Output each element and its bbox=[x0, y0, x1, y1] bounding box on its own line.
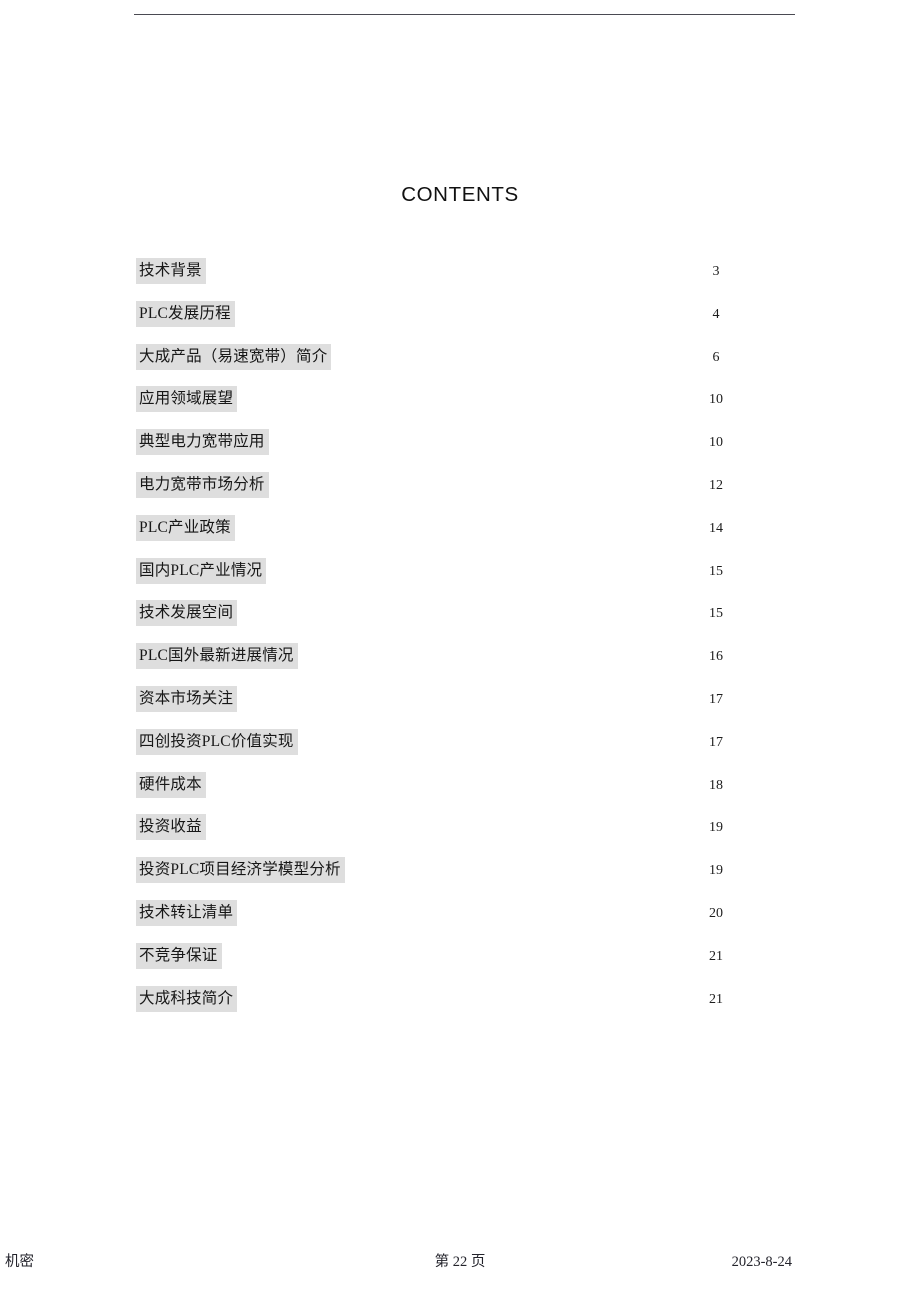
toc-entry-page-number: 6 bbox=[712, 349, 720, 365]
toc-entry-page-number: 3 bbox=[712, 264, 720, 279]
toc-entry-page-number: 21 bbox=[709, 991, 723, 1007]
toc-entry[interactable]: 技术背景 3 bbox=[0, 258, 920, 301]
toc-leader-dots bbox=[369, 1002, 631, 1003]
toc-entry-page-number: 12 bbox=[709, 477, 723, 493]
toc-entry-label[interactable]: PLC发展历程 bbox=[136, 300, 235, 327]
toc-entry-label[interactable]: 大成产品（易速宽带）简介 bbox=[136, 343, 332, 370]
toc-entry[interactable]: 大成科技简介 21 bbox=[0, 985, 920, 1029]
toc-entry[interactable]: 技术转让清单 20 bbox=[0, 899, 920, 943]
toc-entry-page-number: 17 bbox=[709, 691, 723, 707]
toc-entry[interactable]: 投资收益 19 bbox=[0, 814, 920, 857]
toc-leader-dots bbox=[369, 360, 631, 361]
toc-entry-label[interactable]: 国内PLC产业情况 bbox=[136, 557, 267, 584]
toc-entry-label[interactable]: 技术背景 bbox=[136, 258, 206, 284]
toc-leader-dots bbox=[369, 574, 631, 575]
toc-entry[interactable]: 技术发展空间 15 bbox=[0, 600, 920, 643]
toc-entry[interactable]: 硬件成本 18 bbox=[0, 771, 920, 815]
page-footer: 机密 第 22 页 2023-8-24 bbox=[0, 1252, 920, 1276]
toc-entry-label[interactable]: 技术发展空间 bbox=[136, 600, 238, 627]
toc-entry[interactable]: 不竞争保证 21 bbox=[0, 942, 920, 986]
toc-entry-label[interactable]: 大成科技简介 bbox=[136, 985, 238, 1012]
toc-entry[interactable]: 资本市场关注 17 bbox=[0, 685, 920, 729]
toc-entry-label[interactable]: PLC国外最新进展情况 bbox=[136, 643, 298, 670]
toc-entry-page-number: 4 bbox=[712, 306, 720, 322]
toc-leader-dots bbox=[369, 830, 631, 831]
toc-entry-page-number: 19 bbox=[709, 820, 723, 836]
toc-entry[interactable]: PLC国外最新进展情况 16 bbox=[0, 643, 920, 686]
toc-leader-dots bbox=[369, 317, 631, 318]
toc-leader-dots bbox=[369, 616, 631, 617]
toc-leader-dots bbox=[369, 488, 631, 489]
toc-leader-dots bbox=[369, 788, 631, 789]
toc-entry-page-number: 14 bbox=[709, 520, 723, 536]
toc-entry-label[interactable]: PLC产业政策 bbox=[136, 514, 235, 541]
toc-entry[interactable]: PLC产业政策 14 bbox=[0, 514, 920, 558]
table-of-contents: 技术背景3PLC发展历程4大成产品（易速宽带）简介6应用领域展望10典型电力宽带… bbox=[0, 258, 920, 1028]
toc-entry-page-number: 10 bbox=[709, 435, 723, 451]
document-page: CONTENTS 技术背景 3 PLC发展历程 4 大成产品（易速宽带）简介 6 应用领域展… bbox=[0, 0, 920, 1302]
toc-leader-dots bbox=[369, 659, 631, 660]
toc-leader-dots bbox=[369, 702, 631, 703]
toc-entry-label[interactable]: 四创投资PLC价值实现 bbox=[136, 728, 298, 755]
toc-entry-page-number: 15 bbox=[709, 563, 723, 579]
toc-entry-label[interactable]: 不竞争保证 bbox=[136, 942, 222, 969]
toc-leader-dots bbox=[369, 873, 631, 874]
toc-entry[interactable]: 电力宽带市场分析 12 bbox=[0, 471, 920, 515]
toc-entry-page-number: 20 bbox=[709, 905, 723, 921]
toc-leader-dots bbox=[369, 959, 631, 960]
header-rule bbox=[134, 14, 795, 15]
toc-leader-dots bbox=[369, 274, 631, 275]
toc-entry[interactable]: 大成产品（易速宽带）简介 6 bbox=[0, 343, 920, 387]
toc-entry[interactable]: 投资PLC项目经济学模型分析 19 bbox=[0, 857, 920, 900]
toc-entry-label[interactable]: 投资PLC项目经济学模型分析 bbox=[136, 857, 345, 884]
toc-leader-dots bbox=[369, 531, 631, 532]
toc-entry-label[interactable]: 资本市场关注 bbox=[136, 685, 238, 712]
toc-entry-page-number: 18 bbox=[709, 777, 723, 793]
toc-entry-page-number: 17 bbox=[709, 734, 723, 750]
toc-entry-page-number: 21 bbox=[709, 948, 723, 964]
toc-entry-label[interactable]: 应用领域展望 bbox=[136, 386, 238, 413]
footer-date: 2023-8-24 bbox=[731, 1254, 792, 1270]
toc-entry[interactable]: 四创投资PLC价值实现 17 bbox=[0, 728, 920, 772]
toc-entry[interactable]: 典型电力宽带应用 10 bbox=[0, 429, 920, 472]
toc-entry-page-number: 10 bbox=[709, 392, 723, 408]
toc-leader-dots bbox=[369, 745, 631, 746]
toc-entry[interactable]: PLC发展历程 4 bbox=[0, 300, 920, 344]
toc-leader-dots bbox=[369, 445, 631, 446]
toc-entry-page-number: 15 bbox=[709, 606, 723, 622]
toc-entry-page-number: 16 bbox=[709, 649, 723, 665]
toc-leader-dots bbox=[369, 916, 631, 917]
page-title: CONTENTS bbox=[401, 183, 519, 206]
toc-entry-label[interactable]: 技术转让清单 bbox=[136, 899, 238, 926]
toc-entry-label[interactable]: 硬件成本 bbox=[136, 771, 206, 798]
toc-entry-label[interactable]: 典型电力宽带应用 bbox=[136, 429, 269, 456]
toc-entry[interactable]: 国内PLC产业情况 15 bbox=[0, 557, 920, 601]
toc-leader-dots bbox=[369, 402, 631, 403]
toc-entry-label[interactable]: 投资收益 bbox=[136, 814, 206, 841]
toc-entry-page-number: 19 bbox=[709, 863, 723, 879]
toc-entry[interactable]: 应用领域展望 10 bbox=[0, 386, 920, 429]
toc-entry-label[interactable]: 电力宽带市场分析 bbox=[136, 471, 269, 498]
